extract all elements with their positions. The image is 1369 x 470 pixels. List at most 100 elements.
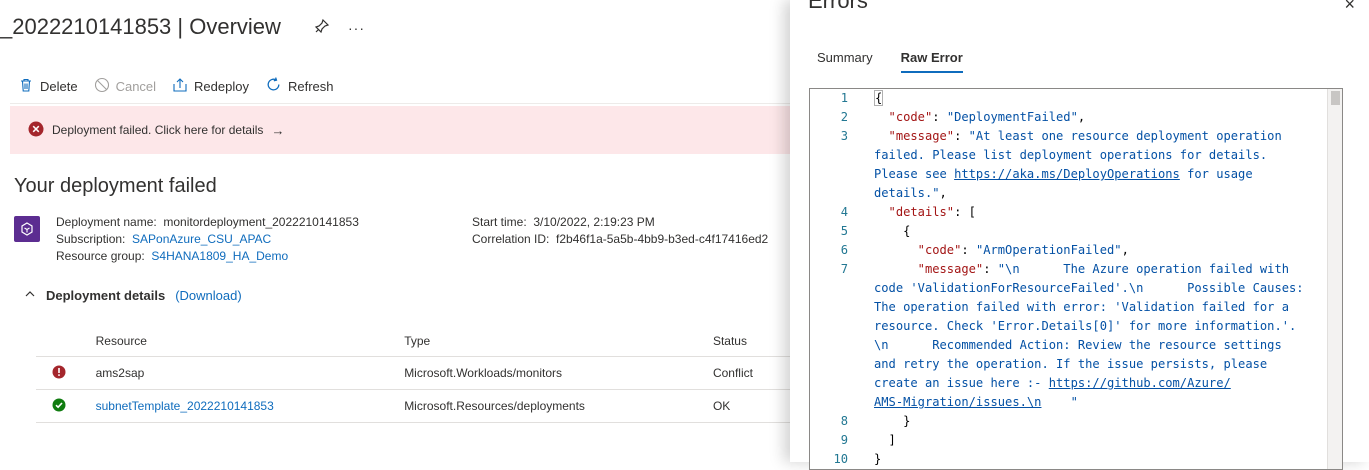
delete-button[interactable]: Delete <box>18 77 78 96</box>
code-line: and retry the operation. If the issue pe… <box>810 355 1342 374</box>
type-column-header: Type <box>404 326 713 357</box>
deployment-status-heading: Your deployment failed <box>14 175 217 197</box>
line-text: failed. Please list deployment operation… <box>874 146 1324 165</box>
scrollbar-thumb[interactable] <box>1331 91 1340 105</box>
icon-column-header <box>36 326 96 357</box>
code-token: "code" <box>874 243 962 257</box>
code-line: details.", <box>810 184 1342 203</box>
resource-group-label: Resource group: <box>56 249 145 263</box>
deployment-info-right: Start time: 3/10/2022, 2:19:23 PM Correl… <box>472 214 768 248</box>
status-column-header: Status <box>712 326 790 357</box>
code-line: 1{ <box>810 89 1342 108</box>
code-line: resource. Check 'Error.Details[0]' for m… <box>810 317 1342 336</box>
deployment-name-label: Deployment name: <box>56 215 157 229</box>
code-line: 5 { <box>810 222 1342 241</box>
line-number: 5 <box>840 224 848 238</box>
line-number: 10 <box>833 452 848 466</box>
code-token: "\n The Azure operation failed with <box>997 262 1290 276</box>
raw-error-editor[interactable]: 1{2 "code": "DeploymentFailed", 3 "messag… <box>809 88 1343 470</box>
delete-label: Delete <box>40 78 78 94</box>
code-line: 2 "code": "DeploymentFailed", <box>810 108 1342 127</box>
code-token: , <box>1121 243 1129 257</box>
cancel-button[interactable]: Cancel <box>94 77 156 96</box>
code-line: 6 "code": "ArmOperationFailed", <box>810 241 1342 260</box>
line-text: The operation failed with error: 'Valida… <box>874 298 1324 317</box>
line-number <box>810 165 848 184</box>
refresh-button[interactable]: Refresh <box>265 76 334 96</box>
code-token: { <box>874 224 911 238</box>
resource-status-cell: OK <box>712 389 790 423</box>
error-banner[interactable]: Deployment failed. Click here for detail… <box>10 106 790 154</box>
line-text: code 'ValidationForResourceFailed'.\n Po… <box>874 279 1324 298</box>
line-text: ] <box>874 431 1324 450</box>
code-token: : [ <box>954 205 976 219</box>
deployment-name-value: monitordeployment_2022210141853 <box>163 215 359 229</box>
code-link[interactable]: https://aka.ms/DeployOperations <box>954 167 1180 181</box>
error-banner-content[interactable]: Deployment failed. Click here for detail… <box>28 121 284 140</box>
deployment-details-toggle[interactable]: Deployment details (Download) <box>24 288 242 303</box>
code-line: 10} <box>810 450 1342 469</box>
line-number: 1 <box>840 91 848 105</box>
code-token: } <box>874 452 882 466</box>
close-icon[interactable]: × <box>1344 0 1355 15</box>
subscription-link[interactable]: SAPonAzure_CSU_APAC <box>132 232 271 246</box>
resource-group-link[interactable]: S4HANA1809_HA_Demo <box>151 249 288 263</box>
download-link[interactable]: (Download) <box>175 288 241 303</box>
chevron-up-icon[interactable] <box>24 288 36 303</box>
resource-type-cell: Microsoft.Resources/deployments <box>404 389 713 423</box>
correlation-id-label: Correlation ID: <box>472 232 550 246</box>
errors-panel-title: Errors <box>808 0 868 13</box>
error-banner-text: Deployment failed. Click here for detail… <box>52 123 264 137</box>
code-token: Please see <box>874 167 955 181</box>
editor-scrollbar[interactable] <box>1327 89 1342 469</box>
start-time-value: 3/10/2022, 2:19:23 PM <box>533 215 655 229</box>
resource-link[interactable]: subnetTemplate_2022210141853 <box>96 399 274 413</box>
code-token: details." <box>874 186 940 200</box>
code-link[interactable]: AMS-Migration/issues.\n <box>874 395 1041 409</box>
line-number: 2 <box>840 110 848 124</box>
row-status-cell <box>36 356 96 390</box>
table-row: ams2sap Microsoft.Workloads/monitors Con… <box>36 356 790 390</box>
line-number <box>810 146 848 165</box>
code-line: Please see https://aka.ms/DeployOperatio… <box>810 165 1342 184</box>
line-text: details.", <box>874 184 1324 203</box>
code-token: "DeploymentFailed" <box>946 110 1078 124</box>
line-number: 9 <box>840 433 848 447</box>
tab-raw-error[interactable]: Raw Error <box>900 50 963 73</box>
code-token: : <box>932 110 947 124</box>
resource-name-cell: subnetTemplate_2022210141853 <box>95 389 405 423</box>
line-number <box>810 355 848 374</box>
more-options-icon[interactable]: ··· <box>348 20 365 36</box>
redeploy-button[interactable]: Redeploy <box>172 77 249 96</box>
code-token: resource. Check 'Error.Details[0]' for m… <box>874 319 1297 333</box>
errors-tabs: Summary Raw Error <box>817 50 963 73</box>
line-text: "code": "DeploymentFailed", <box>874 108 1324 127</box>
code-token: and retry the operation. If the issue pe… <box>874 357 1268 371</box>
code-link[interactable]: https://github.com/Azure/ <box>1049 376 1231 390</box>
deployment-info-left: Deployment name: monitordeployment_20222… <box>56 214 359 265</box>
toolbar-divider <box>10 103 790 104</box>
line-number: 4 <box>840 205 848 219</box>
pin-icon[interactable] <box>314 18 330 37</box>
table-header-row: Resource Type Status <box>36 326 790 357</box>
resource-name-cell: ams2sap <box>95 356 405 390</box>
line-text: Please see https://aka.ms/DeployOperatio… <box>874 165 1324 184</box>
line-text: { <box>874 222 1324 241</box>
code-token: } <box>874 414 911 428</box>
line-text: AMS-Migration/issues.\n " <box>874 393 1324 412</box>
trash-icon <box>18 77 34 96</box>
title-actions: ··· <box>314 18 365 37</box>
code-token: : <box>983 262 998 276</box>
line-text: "details": [ <box>874 203 1324 222</box>
table-row: subnetTemplate_2022210141853 Microsoft.R… <box>36 389 790 423</box>
code-token: : <box>954 129 969 143</box>
code-line: 9 ] <box>810 431 1342 450</box>
code-line: The operation failed with error: 'Valida… <box>810 298 1342 317</box>
code-token: " <box>1041 395 1078 409</box>
code-token: "details" <box>874 205 955 219</box>
code-token: "code" <box>874 110 933 124</box>
code-token: code 'ValidationForResourceFailed'.\n Po… <box>874 281 1304 295</box>
tab-summary[interactable]: Summary <box>817 50 873 73</box>
cancel-label: Cancel <box>115 78 157 94</box>
redeploy-label: Redeploy <box>194 78 249 94</box>
